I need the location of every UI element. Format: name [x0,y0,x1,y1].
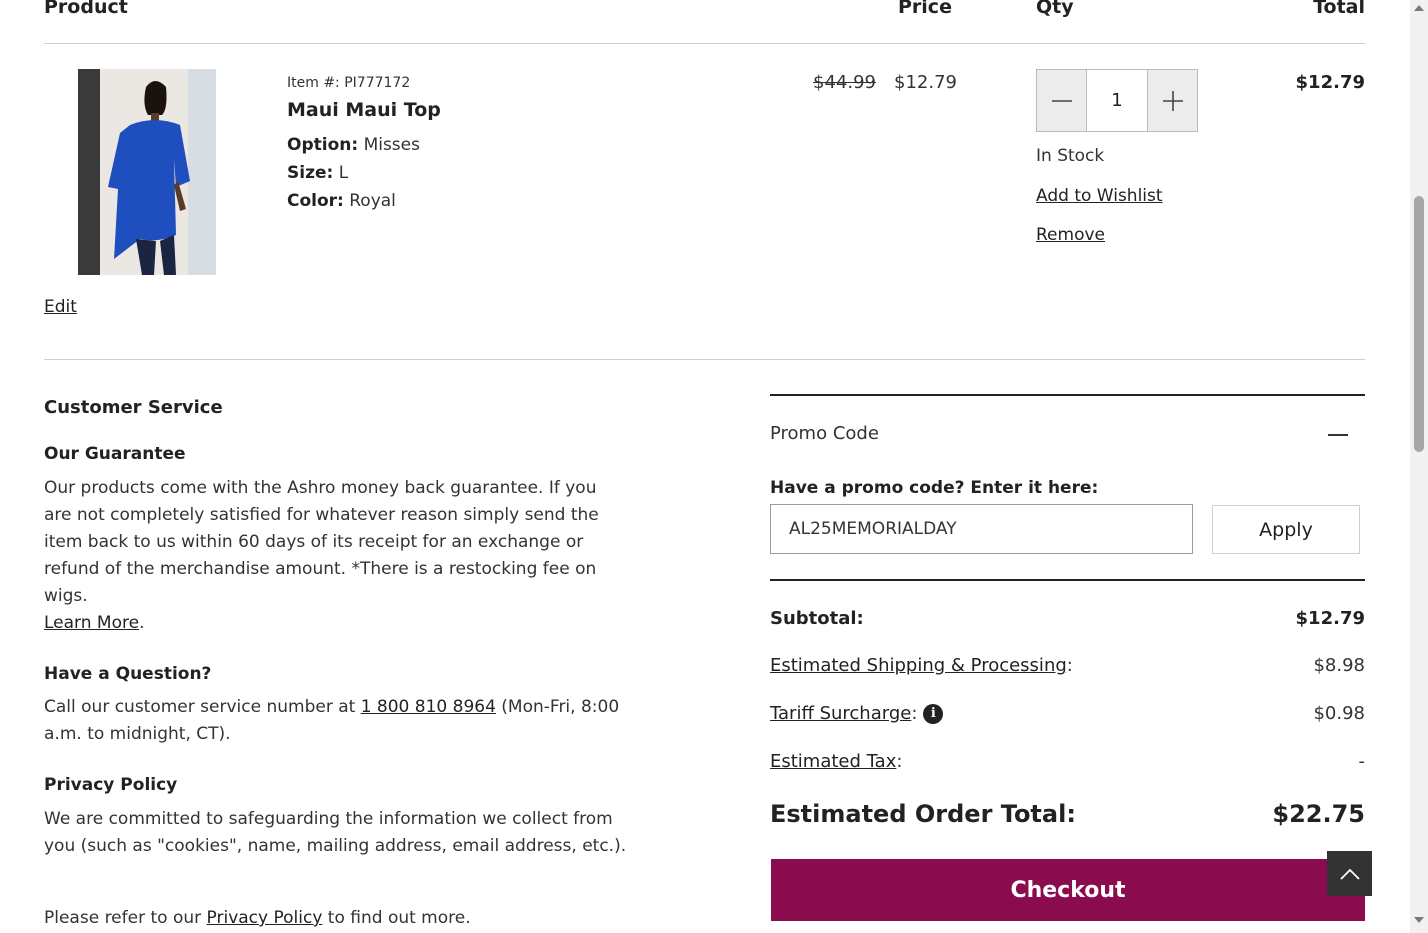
quantity-input[interactable]: 1 [1086,70,1148,131]
chevron-up-icon [1339,868,1360,880]
phone-link[interactable]: 1 800 810 8964 [361,697,496,717]
stock-status: In Stock [1036,146,1105,166]
add-to-wishlist-link[interactable]: Add to Wishlist [1036,186,1163,206]
shipping-value: $8.98 [1313,655,1365,676]
tax-colon: : [896,751,903,772]
privacy-policy-link[interactable]: Privacy Policy [207,908,323,928]
promo-code-label: Have a promo code? Enter it here: [770,478,1099,498]
line-total: $12.79 [1295,72,1365,93]
edit-item-link[interactable]: Edit [44,297,77,317]
guarantee-text: Our products come with the Ashro money b… [44,475,629,637]
sale-price: $12.79 [894,72,957,93]
product-option: Option: Misses [287,135,420,155]
subtotal-value: $12.79 [1295,608,1365,629]
item-number: Item #: PI777172 [287,75,411,91]
tax-row: Estimated Tax: [770,751,902,772]
order-total-label: Estimated Order Total: [770,800,1076,828]
product-color: Color: Royal [287,191,396,211]
order-total-value: $22.75 [1272,800,1365,828]
privacy-refer-after: to find out more. [322,908,471,928]
size-label: Size: [287,163,334,183]
privacy-refer-before: Please refer to our [44,908,207,928]
tariff-colon: : [911,703,918,724]
back-to-top-button[interactable] [1327,851,1372,896]
cart-divider [44,359,1365,360]
minus-icon [1051,99,1072,102]
privacy-heading: Privacy Policy [44,775,178,795]
shipping-row: Estimated Shipping & Processing: [770,655,1073,676]
tariff-row: Tariff Surcharge: i [770,703,944,724]
original-price: $44.99 [813,72,876,93]
subtotal-label: Subtotal: [770,608,864,629]
decrease-qty-button[interactable] [1037,70,1086,131]
scroll-down-arrow-icon[interactable] [1414,917,1424,923]
tax-value: - [1358,751,1366,772]
question-text: Call our customer service number at 1 80… [44,694,629,748]
option-value: Misses [363,135,420,155]
page-scrollbar[interactable] [1410,0,1428,933]
color-label: Color: [287,191,344,211]
tax-link[interactable]: Estimated Tax [770,751,896,772]
learn-more-link[interactable]: Learn More [44,613,139,633]
remove-item-link[interactable]: Remove [1036,225,1105,245]
product-column-header: Product [44,0,128,18]
customer-service-heading: Customer Service [44,397,223,418]
option-label: Option: [287,135,359,155]
product-name[interactable]: Maui Maui Top [287,99,441,121]
collapse-icon[interactable] [1328,434,1348,436]
tariff-link[interactable]: Tariff Surcharge [770,703,911,724]
checkout-button[interactable]: Checkout [771,859,1365,921]
color-value: Royal [349,191,396,211]
size-value: L [338,163,349,183]
promo-code-toggle[interactable]: Promo Code [770,423,879,444]
promo-bottom-rule [770,579,1365,581]
learn-more-period: . [139,613,145,633]
product-image[interactable] [78,69,216,275]
plus-icon [1162,90,1183,111]
info-icon[interactable]: i [923,703,944,724]
tariff-value: $0.98 [1313,703,1365,724]
qty-column-header: Qty [1036,0,1074,18]
scrollbar-thumb[interactable] [1414,196,1424,452]
scroll-up-arrow-icon[interactable] [1414,5,1424,11]
promo-top-rule [770,394,1365,396]
price-column-header: Price [898,0,952,18]
product-size: Size: L [287,163,348,183]
privacy-refer-text: Please refer to our Privacy Policy to fi… [44,905,629,932]
shipping-link[interactable]: Estimated Shipping & Processing [770,655,1067,676]
shipping-colon: : [1066,655,1073,676]
guarantee-heading: Our Guarantee [44,444,186,464]
question-heading: Have a Question? [44,664,212,684]
total-column-header: Total [1313,0,1365,18]
question-text-before: Call our customer service number at [44,697,361,717]
increase-qty-button[interactable] [1148,70,1197,131]
guarantee-body: Our products come with the Ashro money b… [44,478,599,606]
header-divider [44,43,1365,44]
apply-promo-button[interactable]: Apply [1212,505,1360,554]
privacy-text: We are committed to safeguarding the inf… [44,809,627,856]
quantity-stepper: 1 [1036,69,1198,132]
promo-code-input[interactable] [770,504,1193,554]
